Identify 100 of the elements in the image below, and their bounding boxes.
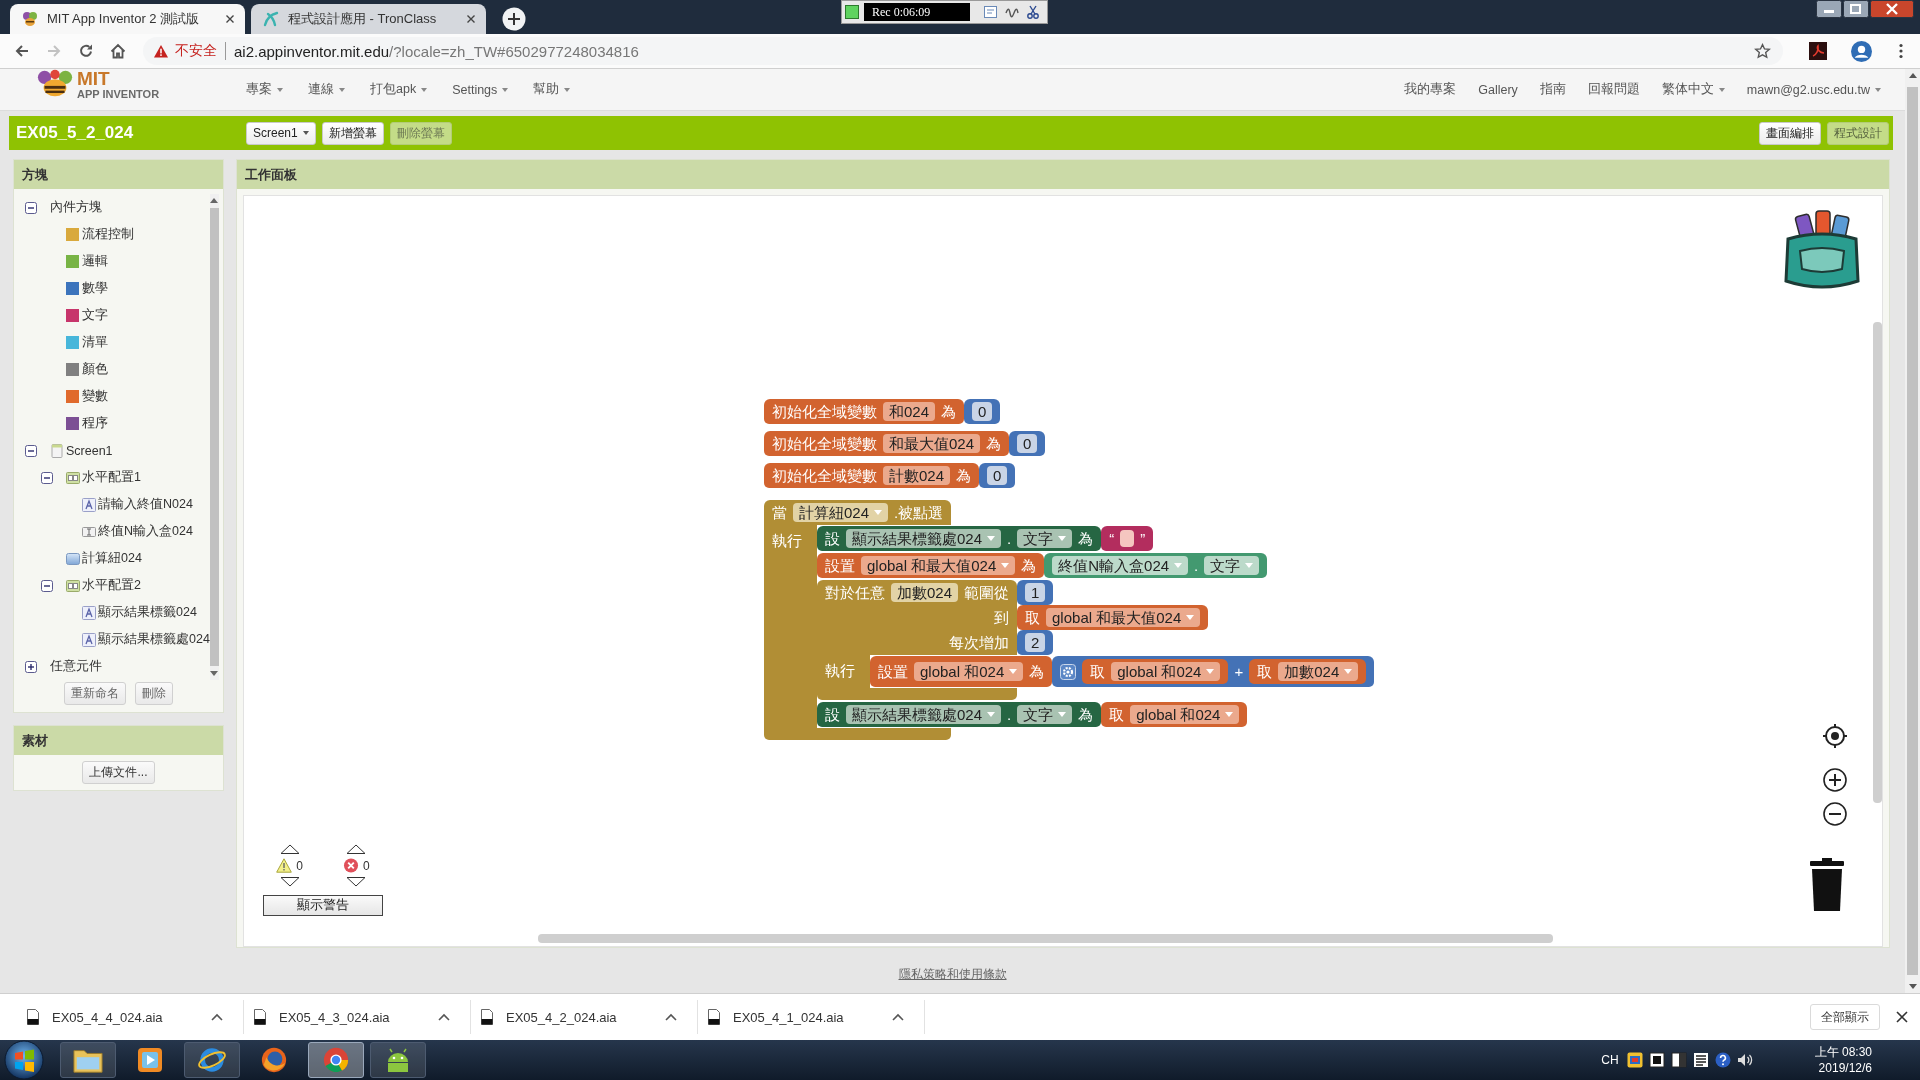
tree-item[interactable]: 變數 (14, 383, 210, 410)
tree-item[interactable]: Screen1 (14, 437, 210, 464)
plus-icon[interactable] (502, 7, 526, 31)
address-field[interactable]: 不安全 ai2.appinventor.mit.edu/?locale=zh_TW#6502977248034816 (143, 37, 1783, 65)
collapse-icon[interactable] (25, 201, 37, 214)
close-icon[interactable] (1896, 1011, 1908, 1023)
browser-tab[interactable]: MIT App Inventor 2 測試版 (10, 4, 245, 34)
security-indicator[interactable]: 不安全 (153, 42, 217, 60)
nav-link[interactable]: 我的專案 (1404, 81, 1457, 98)
nav-link[interactable]: 指南 (1539, 81, 1566, 98)
tree-item[interactable]: 內件方塊 (14, 194, 210, 221)
nav-menu[interactable]: 連線 (308, 81, 345, 98)
name-field[interactable]: 2 (1025, 633, 1046, 652)
square-icon[interactable] (1648, 1052, 1665, 1068)
close-icon[interactable] (466, 14, 476, 24)
dropdown-field[interactable]: 顯示結果標籤處024 (846, 705, 1002, 724)
chevron-up-icon[interactable] (211, 1013, 223, 1021)
dropdown-field[interactable]: 終值N輸入盒024 (1052, 556, 1189, 575)
collapse-icon[interactable] (25, 444, 37, 457)
taskbar-button[interactable] (370, 1042, 426, 1078)
dropdown-field[interactable]: 顯示結果標籤處024 (846, 529, 1002, 548)
editor-toggle-button[interactable]: 程式設計 (1827, 121, 1889, 145)
dropdown-field[interactable]: global 和024 (1130, 705, 1240, 724)
name-field[interactable]: 1 (1025, 583, 1046, 602)
dropdown-field[interactable]: global 和024 (1111, 662, 1221, 681)
panel-button[interactable]: 重新命名 (64, 682, 126, 705)
nav-menu[interactable]: 打包apk (370, 81, 428, 98)
menu-icon[interactable] (1899, 43, 1903, 59)
arrow-down-icon[interactable] (346, 877, 367, 887)
show-warnings-button[interactable]: 顯示警告 (263, 895, 383, 916)
download-item[interactable]: EX05_4_3_024.aia (244, 1000, 471, 1034)
dropdown-field[interactable]: 文字 (1017, 705, 1073, 724)
gear-icon[interactable] (1060, 663, 1077, 680)
vertical-scrollbar[interactable] (1873, 322, 1882, 803)
document-icon[interactable] (983, 4, 999, 20)
arrow-down-icon[interactable] (279, 877, 300, 887)
name-field[interactable]: 計數024 (883, 466, 951, 485)
empty-text-field[interactable] (1120, 530, 1135, 547)
page-scrollbar[interactable] (1905, 69, 1920, 993)
nav-link[interactable]: mawn@g2.usc.edu.tw (1746, 81, 1881, 98)
dropdown-field[interactable]: 文字 (1204, 556, 1260, 575)
tree-item[interactable]: 任意元件 (14, 653, 210, 680)
nav-menu[interactable]: Settings (452, 81, 509, 98)
tree-item[interactable]: 水平配置2 (14, 572, 210, 599)
scissors-icon[interactable] (1025, 4, 1041, 20)
upload-button[interactable]: 上傳文件... (82, 761, 155, 784)
show-all-button[interactable]: 全部顯示 (1810, 1004, 1880, 1030)
name-field[interactable]: 0 (1017, 434, 1038, 453)
collapse-icon[interactable] (41, 579, 53, 592)
half-square-icon[interactable] (1670, 1052, 1687, 1068)
dropdown-field[interactable]: 計算紐024 (793, 503, 889, 522)
speaker-icon[interactable] (1736, 1052, 1753, 1068)
tree-item[interactable]: 請輸入終值N024 (14, 491, 210, 518)
expand-icon[interactable] (25, 660, 37, 673)
tree-item[interactable]: 數學 (14, 275, 210, 302)
nav-link[interactable]: 回報問題 (1587, 81, 1640, 98)
dropdown-field[interactable]: global 和最大值024 (1046, 608, 1201, 627)
screen-dropdown[interactable]: Screen1 (246, 121, 316, 145)
tree-item[interactable]: 計算紐024 (14, 545, 210, 572)
collapse-icon[interactable] (41, 471, 53, 484)
close-icon[interactable] (225, 14, 235, 24)
download-item[interactable]: EX05_4_2_024.aia (471, 1000, 698, 1034)
download-item[interactable]: EX05_4_1_024.aia (698, 1000, 925, 1034)
target-icon[interactable] (1823, 724, 1847, 748)
star-icon[interactable] (1754, 42, 1771, 60)
arrow-down-icon[interactable] (1908, 984, 1917, 990)
nested-squares-icon[interactable] (1626, 1052, 1643, 1068)
tree-item[interactable]: 文字 (14, 302, 210, 329)
tree-item[interactable]: 顏色 (14, 356, 210, 383)
horizontal-scrollbar[interactable] (538, 934, 1553, 943)
tree-item[interactable]: 流程控制 (14, 221, 210, 248)
name-field[interactable]: 和最大值024 (883, 434, 981, 453)
chevron-up-icon[interactable] (892, 1013, 904, 1021)
dropdown-field[interactable]: global 和024 (914, 662, 1024, 681)
arrow-up-icon[interactable] (279, 844, 300, 854)
extension-icon[interactable] (1809, 42, 1827, 60)
tree-item[interactable]: 程序 (14, 410, 210, 437)
minimize-icon[interactable] (1816, 0, 1842, 18)
name-field[interactable]: 0 (987, 466, 1008, 485)
chevron-up-icon[interactable] (438, 1013, 450, 1021)
name-field[interactable]: 0 (972, 402, 993, 421)
trash-icon[interactable] (1808, 858, 1846, 911)
tree-item[interactable]: 顯示結果標籤024 (14, 599, 210, 626)
nav-link[interactable]: Gallery (1478, 81, 1518, 98)
tree-item[interactable]: 邏輯 (14, 248, 210, 275)
name-field[interactable]: 和024 (883, 402, 936, 421)
nav-menu[interactable]: 幫助 (533, 81, 571, 98)
close-icon[interactable] (1870, 0, 1914, 18)
help-icon[interactable] (1714, 1052, 1731, 1068)
download-item[interactable]: EX05_4_4_024.aia (17, 1000, 244, 1034)
zoom-in-icon[interactable] (1823, 768, 1847, 792)
maximize-icon[interactable] (1843, 0, 1869, 18)
zoom-out-icon[interactable] (1823, 802, 1847, 826)
avatar-icon[interactable] (1851, 40, 1872, 62)
start-orb-icon[interactable] (4, 1040, 44, 1080)
privacy-link[interactable]: 隱私策略和使用條款 (898, 966, 1007, 983)
taskbar-button[interactable] (60, 1042, 116, 1078)
name-field[interactable]: 加數024 (891, 583, 959, 602)
tree-item[interactable]: 顯示結果標籤處024 (14, 626, 210, 653)
dropdown-field[interactable]: global 和最大值024 (861, 556, 1016, 575)
